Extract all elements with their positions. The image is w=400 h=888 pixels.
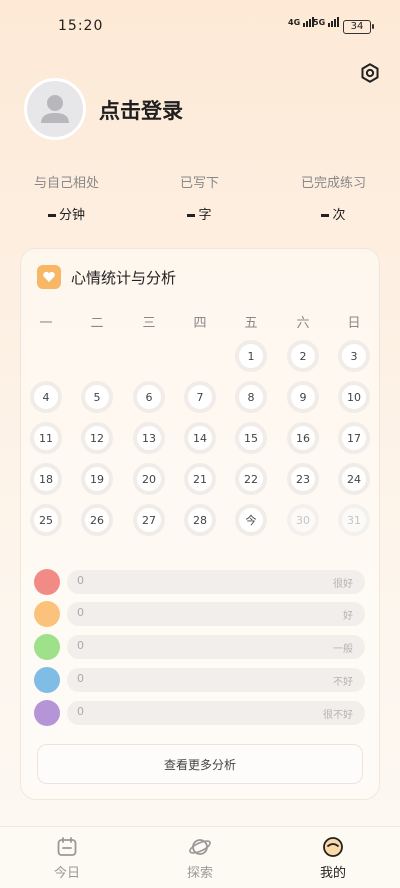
calendar-day-today[interactable]: 今 xyxy=(235,504,267,536)
login-link[interactable]: 点击登录 xyxy=(99,95,183,125)
avatar[interactable] xyxy=(24,78,86,140)
stat-label-practice: 已完成练习 xyxy=(300,176,366,191)
weekday-label: 二 xyxy=(90,316,104,331)
calendar-day[interactable]: 12 xyxy=(81,422,113,454)
mood-very-good-dot xyxy=(34,569,60,595)
dash-icon xyxy=(187,214,196,217)
calendar-day[interactable]: 11 xyxy=(30,422,62,454)
clock: 15:20 xyxy=(58,18,104,34)
mood-very-bad-dot xyxy=(34,700,60,726)
tab-today[interactable]: 今日 xyxy=(27,835,107,881)
weekday-label: 四 xyxy=(193,316,207,331)
mood-bad-dot xyxy=(34,667,60,693)
calendar-day[interactable]: 7 xyxy=(184,381,216,413)
weekday-label: 一 xyxy=(39,316,53,331)
calendar-icon xyxy=(27,835,107,859)
calendar-day-future: 30 xyxy=(287,504,319,536)
calendar-day[interactable]: 16 xyxy=(287,422,319,454)
bottom-tab-bar: 今日 探索 我的 xyxy=(0,826,400,888)
calendar-day[interactable]: 19 xyxy=(81,463,113,495)
mood-good-dot xyxy=(34,601,60,627)
calendar-day[interactable]: 13 xyxy=(133,422,165,454)
calendar-day[interactable]: 21 xyxy=(184,463,216,495)
mood-neutral-bar: 0 一般 xyxy=(67,635,365,659)
mood-good-bar: 0 好 xyxy=(67,602,365,626)
calendar-day[interactable]: 8 xyxy=(235,381,267,413)
calendar-day[interactable]: 9 xyxy=(287,381,319,413)
mood-bad-bar: 0 不好 xyxy=(67,668,365,692)
calendar-day[interactable]: 4 xyxy=(30,381,62,413)
user-silhouette-icon xyxy=(41,95,69,123)
settings-gear-icon[interactable] xyxy=(359,62,381,84)
weekday-label: 日 xyxy=(347,316,361,331)
calendar-day[interactable]: 1 xyxy=(235,340,267,372)
dash-icon xyxy=(321,214,330,217)
calendar-day[interactable]: 26 xyxy=(81,504,113,536)
calendar-day[interactable]: 15 xyxy=(235,422,267,454)
calendar-day[interactable]: 25 xyxy=(30,504,62,536)
signal-5g-icon: 5G xyxy=(313,17,340,27)
calendar-day[interactable]: 5 xyxy=(81,381,113,413)
battery-icon: 34 xyxy=(343,20,374,34)
view-more-analysis-button[interactable]: 查看更多分析 xyxy=(37,744,363,784)
signal-4g-icon: 4G xyxy=(288,17,315,27)
planet-icon xyxy=(160,835,240,859)
calendar-day[interactable]: 27 xyxy=(133,504,165,536)
tab-mine[interactable]: 我的 xyxy=(293,835,373,881)
calendar-day[interactable]: 2 xyxy=(287,340,319,372)
tab-explore[interactable]: 探索 xyxy=(160,835,240,881)
calendar-day[interactable]: 17 xyxy=(338,422,370,454)
stat-value-time: 分钟 xyxy=(0,204,133,223)
calendar-day-future: 31 xyxy=(338,504,370,536)
calendar-day[interactable]: 14 xyxy=(184,422,216,454)
calendar-day[interactable]: 3 xyxy=(338,340,370,372)
stat-value-words: 字 xyxy=(133,204,266,223)
calendar-day[interactable]: 18 xyxy=(30,463,62,495)
calendar-day[interactable]: 28 xyxy=(184,504,216,536)
card-title: 心情统计与分析 xyxy=(71,269,177,287)
calendar-day[interactable]: 24 xyxy=(338,463,370,495)
heart-icon xyxy=(37,265,61,289)
stat-label-words: 已写下 xyxy=(179,176,219,191)
stat-value-practice: 次 xyxy=(267,204,400,223)
status-bar: 15:20 4G 5G 34 xyxy=(0,0,400,52)
calendar-day[interactable]: 23 xyxy=(287,463,319,495)
weekday-label: 五 xyxy=(244,316,258,331)
mood-very-good-bar: 0 很好 xyxy=(67,570,365,594)
weekday-label: 六 xyxy=(296,316,310,331)
dash-icon xyxy=(47,214,56,217)
calendar-day[interactable]: 22 xyxy=(235,463,267,495)
stat-label-time: 与自己相处 xyxy=(33,176,99,191)
mood-very-bad-bar: 0 很不好 xyxy=(67,701,365,725)
calendar-day[interactable]: 10 xyxy=(338,381,370,413)
weekday-label: 三 xyxy=(142,316,156,331)
calendar-day[interactable]: 20 xyxy=(133,463,165,495)
mood-neutral-dot xyxy=(34,634,60,660)
face-icon xyxy=(293,835,373,859)
calendar-day[interactable]: 6 xyxy=(133,381,165,413)
